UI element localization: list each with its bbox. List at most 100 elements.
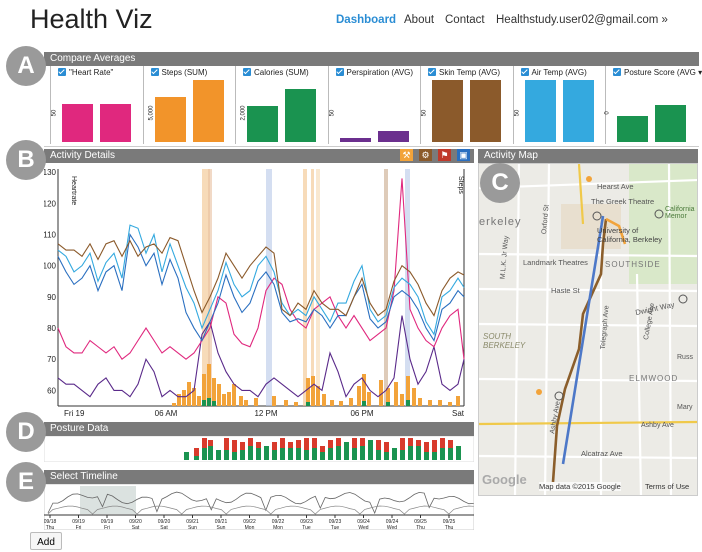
- timeline-weekday-label: Fri: [76, 525, 82, 530]
- map-label-russ: Russ: [677, 354, 693, 361]
- add-button[interactable]: Add: [30, 532, 62, 550]
- timeline-weekday-label: Thu: [445, 525, 454, 530]
- posture-good-bar: [360, 446, 365, 460]
- map-terms-link[interactable]: Terms of Use: [645, 482, 689, 491]
- compare-bar: [285, 89, 316, 142]
- posture-bad-bar: [256, 442, 261, 448]
- steps-bar-calories: [362, 401, 366, 406]
- compare-bar: [247, 106, 278, 142]
- compare-metric-label: "Heart Rate": [69, 68, 114, 77]
- compare-averages-header: Compare Averages: [44, 52, 699, 66]
- compare-metric-label: Steps (SUM): [161, 68, 208, 77]
- map-label-hearst: Hearst Ave: [597, 182, 634, 191]
- steps-bar-calories: [212, 401, 216, 406]
- activity-chart[interactable]: 130 120 110 100 90 80 70 60 Heartrate Steps Fri 19…: [44, 163, 474, 418]
- timeline-weekday-label: Thu: [416, 525, 425, 530]
- steps-bar: [182, 390, 186, 406]
- map-label-ashby-2: Ashby Ave: [641, 422, 674, 429]
- compare-bar: [339, 138, 371, 142]
- compare-metric-toggle[interactable]: Perspiration (AVG): [335, 68, 414, 77]
- steps-bar: [272, 396, 276, 406]
- compare-bar: [524, 80, 556, 142]
- compare-metric-toggle[interactable]: "Heart Rate": [58, 68, 113, 77]
- checkbox-icon[interactable]: [428, 68, 436, 76]
- posture-bad-bar: [194, 448, 199, 456]
- car-icon[interactable]: ▣: [457, 149, 470, 161]
- y-tick-label: 100: [44, 262, 57, 271]
- posture-good-bar: [296, 448, 301, 460]
- run-icon[interactable]: ⚑: [438, 149, 451, 161]
- compare-axis-tick: 5,000: [148, 105, 155, 121]
- posture-bad-bar: [384, 442, 389, 452]
- compare-metric-toggle[interactable]: Steps (SUM): [150, 68, 208, 77]
- map-label-berkeley: erkeley: [479, 216, 522, 228]
- nav-dashboard[interactable]: Dashboard: [336, 14, 396, 26]
- posture-good-bar: [456, 446, 461, 460]
- steps-bar: [357, 386, 361, 406]
- compare-metric-toggle[interactable]: Air Temp (AVG): [520, 68, 587, 77]
- checkbox-icon[interactable]: [243, 68, 251, 76]
- steps-bar: [197, 396, 201, 406]
- compare-metric-toggle[interactable]: Skin Temp (AVG): [428, 68, 500, 77]
- posture-good-bar: [312, 448, 317, 460]
- steps-bar: [172, 403, 176, 406]
- posture-good-bar: [448, 448, 453, 460]
- checkbox-icon[interactable]: [335, 68, 344, 76]
- timeline-weekday-label: Sun: [217, 525, 226, 530]
- nav-about[interactable]: About: [404, 14, 434, 26]
- posture-good-bar: [400, 450, 405, 460]
- checkbox-icon[interactable]: [613, 68, 621, 76]
- posture-bad-bar: [280, 438, 285, 448]
- checkbox-icon[interactable]: [58, 68, 66, 76]
- posture-good-bar: [194, 456, 199, 460]
- timeline-selection: [80, 486, 136, 514]
- steps-bar-calories: [202, 400, 206, 406]
- activity-map[interactable]: Hearst Ave The Greek Theatre Oxford St U…: [478, 163, 698, 496]
- checkbox-icon[interactable]: [520, 68, 529, 76]
- checkbox-icon[interactable]: [150, 68, 159, 76]
- timeline-weekday-label: Wed: [358, 525, 368, 530]
- map-label-landmark: Landmark Theatres: [523, 258, 588, 267]
- posture-bad-bar: [328, 440, 333, 448]
- posture-bad-bar: [224, 438, 229, 450]
- compare-metric-label: Perspiration (AVG): [346, 68, 414, 77]
- steps-bar: [394, 382, 398, 406]
- compare-bar: [470, 80, 501, 142]
- timeline-weekday-label: Sun: [188, 525, 197, 530]
- section-c-badge: C: [480, 163, 520, 203]
- nav-contact[interactable]: Contact: [445, 14, 485, 26]
- steps-bar: [438, 400, 442, 406]
- map-label-greek: The Greek Theatre: [591, 197, 655, 206]
- steps-bar: [232, 384, 236, 406]
- compare-metric-toggle[interactable]: Posture Score (AVG ▾: [613, 68, 702, 77]
- timeline-weekday-label: Fri: [104, 525, 110, 530]
- steps-bar: [254, 398, 258, 406]
- posture-good-bar: [352, 448, 357, 460]
- activity-map-header: Activity Map: [478, 149, 698, 163]
- posture-bad-bar: [440, 438, 445, 448]
- map-label-ucb: University of California, Berkeley: [597, 226, 663, 244]
- section-a-badge: A: [6, 46, 46, 86]
- timeline-weekday-label: Thu: [46, 525, 55, 530]
- compare-metric-label: Calories (SUM): [254, 68, 309, 77]
- walk-icon[interactable]: ⚒: [400, 149, 413, 161]
- y-axis-label-right: Steps: [457, 176, 464, 194]
- posture-good-bar: [440, 448, 445, 460]
- posture-bad-bar: [272, 442, 277, 450]
- steps-bar: [311, 376, 315, 406]
- compare-axis-tick: 50: [513, 109, 520, 117]
- section-d-badge: D: [6, 412, 46, 452]
- bike-icon[interactable]: ⚙: [419, 149, 432, 161]
- posture-chart: [44, 436, 474, 462]
- steps-bar: [239, 396, 243, 406]
- nav-user-menu[interactable]: Healthstudy.user02@gmail.com »: [496, 14, 668, 26]
- x-tick-label: Sat: [452, 409, 465, 418]
- steps-bar-calories: [406, 400, 410, 406]
- posture-good-bar: [216, 450, 221, 460]
- posture-good-bar: [256, 448, 261, 460]
- timeline-brush[interactable]: 09/18Thu09/19Fri09/19Fri09/20Sat09/20Sat…: [44, 484, 474, 530]
- compare-metric-toggle[interactable]: Calories (SUM): [243, 68, 309, 77]
- steps-bar: [222, 394, 226, 406]
- section-e-badge: E: [6, 462, 46, 502]
- steps-bar: [428, 400, 432, 406]
